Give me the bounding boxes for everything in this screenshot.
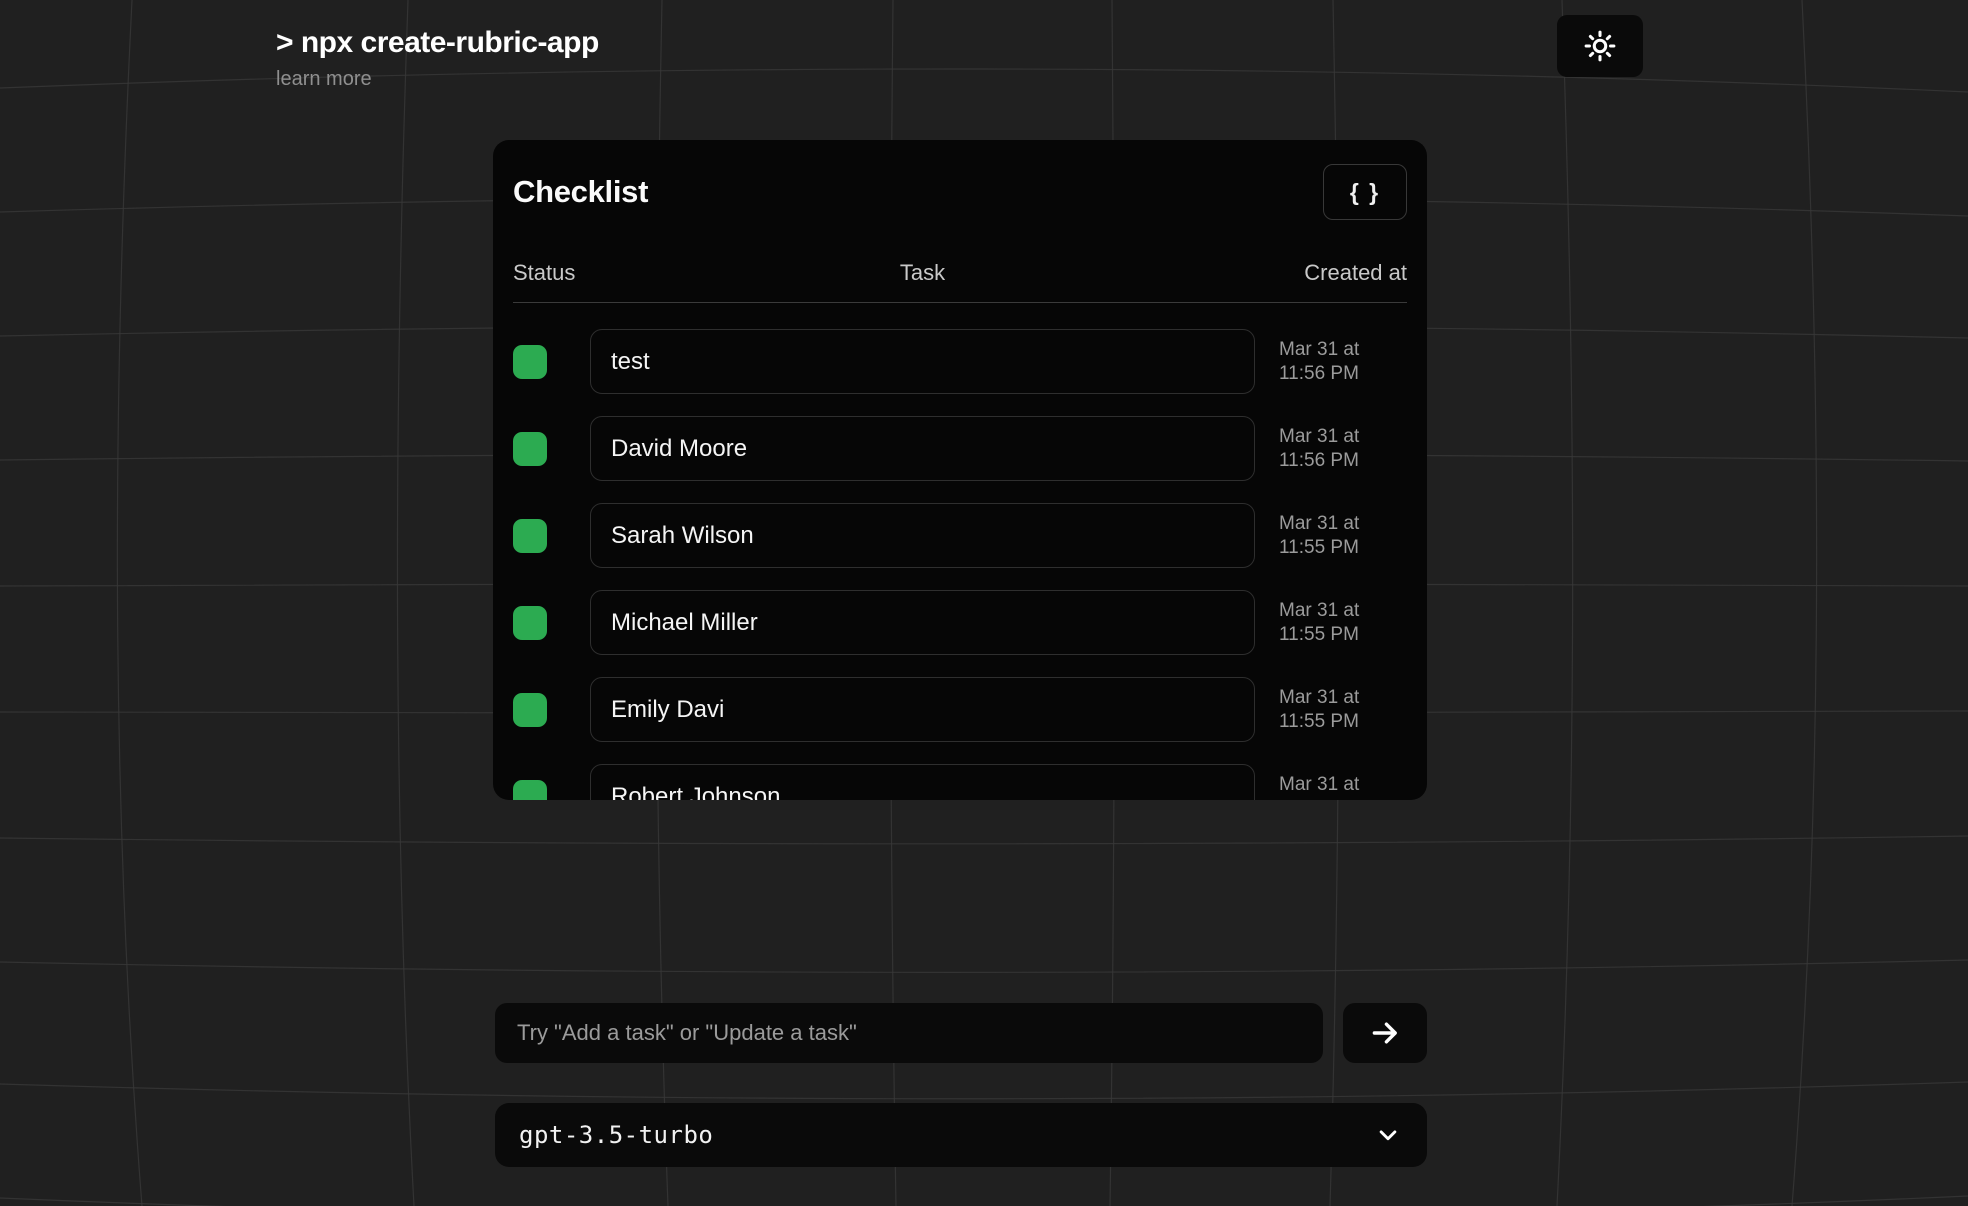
task-status-checkbox[interactable] xyxy=(513,345,547,379)
task-created-at: Mar 31 at 11:55 PM xyxy=(1255,599,1407,647)
theme-toggle-button[interactable] xyxy=(1557,15,1643,77)
task-row: Mar 31 at 11:55 PM xyxy=(513,764,1407,800)
composer-input[interactable] xyxy=(495,1003,1323,1063)
sun-icon xyxy=(1584,30,1616,62)
task-row: Mar 31 at 11:56 PM xyxy=(513,329,1407,394)
arrow-right-icon xyxy=(1368,1016,1402,1050)
submit-task-button[interactable] xyxy=(1343,1003,1427,1063)
app-header: > npx create-rubric-app learn more xyxy=(276,26,599,91)
task-row: Mar 31 at 11:56 PM xyxy=(513,416,1407,481)
task-status-checkbox[interactable] xyxy=(513,780,547,801)
task-text-input[interactable] xyxy=(590,590,1255,655)
task-row: Mar 31 at 11:55 PM xyxy=(513,503,1407,568)
braces-icon: { } xyxy=(1350,179,1380,206)
checklist-title: Checklist xyxy=(513,174,648,210)
task-status-checkbox[interactable] xyxy=(513,693,547,727)
task-status-checkbox[interactable] xyxy=(513,606,547,640)
task-text-input[interactable] xyxy=(590,764,1255,800)
checklist-card-header: Checklist { } xyxy=(513,164,1407,220)
app-root: > npx create-rubric-app learn more xyxy=(0,0,1968,1206)
chevron-down-icon xyxy=(1373,1120,1403,1150)
view-json-button[interactable]: { } xyxy=(1323,164,1407,220)
header-divider xyxy=(513,302,1407,303)
task-row: Mar 31 at 11:55 PM xyxy=(513,677,1407,742)
table-column-headers: Status Task Created at xyxy=(513,258,1407,288)
task-text-input[interactable] xyxy=(590,677,1255,742)
task-row: Mar 31 at 11:55 PM xyxy=(513,590,1407,655)
column-header-task: Task xyxy=(590,260,1255,286)
task-rows: Mar 31 at 11:56 PM Mar 31 at 11:56 PM Ma… xyxy=(513,329,1407,800)
learn-more-link[interactable]: learn more xyxy=(276,68,372,91)
checklist-card: Checklist { } Status Task Created at Mar… xyxy=(493,140,1427,800)
column-header-created-at: Created at xyxy=(1255,260,1407,286)
task-created-at: Mar 31 at 11:55 PM xyxy=(1255,512,1407,560)
task-composer xyxy=(495,1003,1427,1063)
task-created-at: Mar 31 at 11:55 PM xyxy=(1255,686,1407,734)
column-header-status: Status xyxy=(513,260,590,286)
model-select[interactable]: gpt-3.5-turbo xyxy=(495,1103,1427,1167)
task-created-at: Mar 31 at 11:56 PM xyxy=(1255,338,1407,386)
task-text-input[interactable] xyxy=(590,329,1255,394)
page-title: > npx create-rubric-app xyxy=(276,26,599,60)
task-status-checkbox[interactable] xyxy=(513,432,547,466)
task-status-checkbox[interactable] xyxy=(513,519,547,553)
model-select-value: gpt-3.5-turbo xyxy=(519,1121,713,1149)
task-created-at: Mar 31 at 11:55 PM xyxy=(1255,773,1407,801)
task-text-input[interactable] xyxy=(590,503,1255,568)
task-text-input[interactable] xyxy=(590,416,1255,481)
task-created-at: Mar 31 at 11:56 PM xyxy=(1255,425,1407,473)
